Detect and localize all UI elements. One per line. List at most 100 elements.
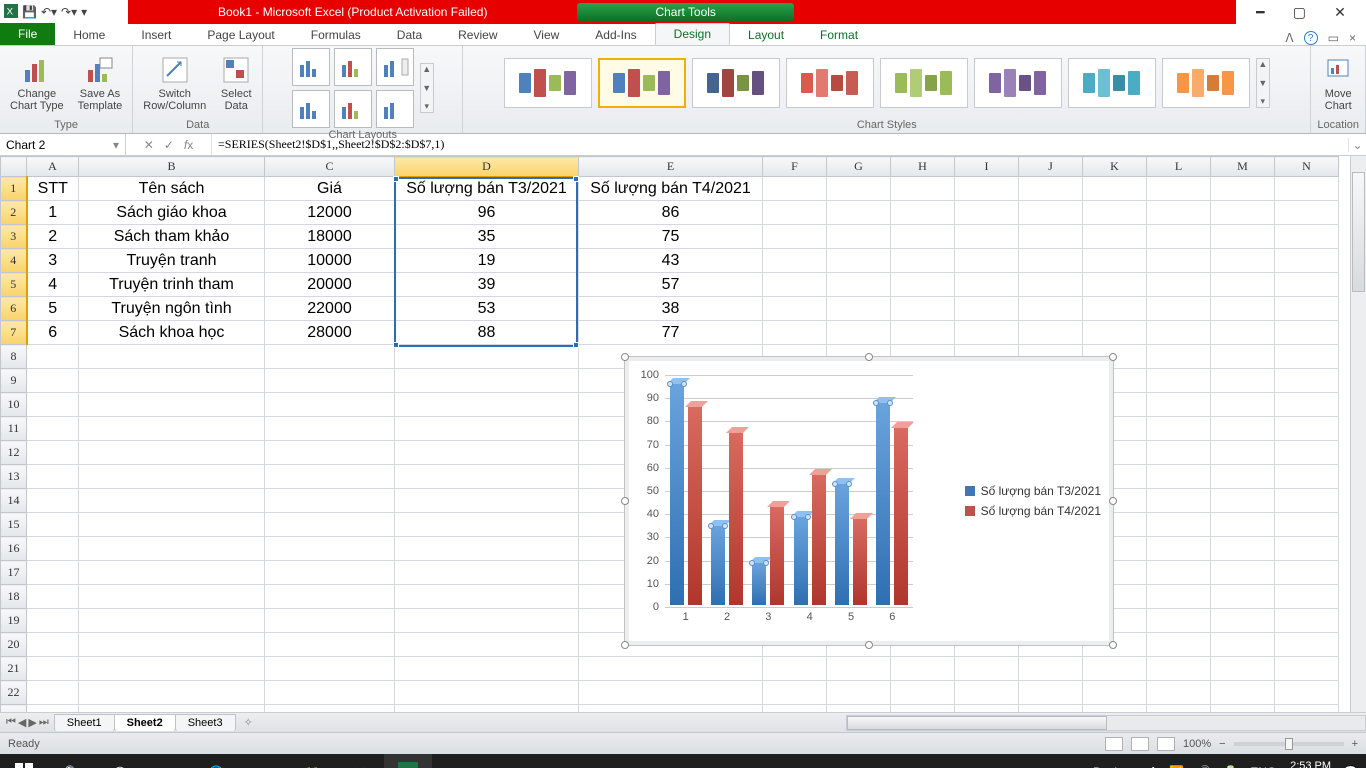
switch-row-column-button[interactable]: Switch Row/Column [139,52,210,114]
select-all-cell[interactable] [1,157,27,177]
chart-bar[interactable] [688,405,702,605]
col-header[interactable]: F [763,157,827,177]
window-restore-icon[interactable]: ▭ [1328,31,1339,45]
redo-icon[interactable]: ↷▾ [61,5,77,19]
tab-data[interactable]: Data [379,25,440,45]
view-page-layout-icon[interactable] [1131,737,1149,751]
row-header[interactable]: 12 [1,441,27,465]
cell[interactable]: 75 [579,225,763,249]
col-header[interactable]: I [955,157,1019,177]
row-header[interactable]: 16 [1,537,27,561]
tab-design[interactable]: Design [655,23,730,45]
styles-scroll[interactable]: ▲▼▾ [1256,58,1270,108]
cell[interactable]: Số lượng bán T4/2021 [579,177,763,201]
new-sheet-icon[interactable]: ✧ [236,716,261,729]
task-view-icon[interactable]: ⧉ [144,754,192,768]
row-header[interactable]: 6 [1,297,27,321]
cell[interactable]: 6 [27,321,79,345]
cell[interactable]: 2 [27,225,79,249]
row-header[interactable]: 4 [1,249,27,273]
cell[interactable]: STT [27,177,79,201]
cell[interactable]: 77 [579,321,763,345]
cell[interactable]: Sách khoa học [79,321,265,345]
zoom-out-icon[interactable]: − [1219,738,1225,750]
col-header[interactable]: M [1211,157,1275,177]
row-header[interactable]: 15 [1,513,27,537]
row-header[interactable]: 3 [1,225,27,249]
cell[interactable]: 86 [579,201,763,225]
cell[interactable]: 5 [27,297,79,321]
cell[interactable]: 96 [395,201,579,225]
tab-review[interactable]: Review [440,25,515,45]
view-normal-icon[interactable] [1105,737,1123,751]
cell[interactable]: Truyện ngôn tình [79,297,265,321]
window-close-icon[interactable]: × [1349,31,1356,45]
tab-layout[interactable]: Layout [730,25,802,45]
name-box[interactable]: Chart 2▾ [0,134,126,155]
chart-plot-area[interactable]: 0102030405060708090100 123456 [665,375,913,605]
qat-dropdown-icon[interactable]: ▾ [81,5,87,19]
cell[interactable]: 1 [27,201,79,225]
layout-thumb[interactable] [334,90,372,128]
style-thumb-selected[interactable] [598,58,686,108]
row-header[interactable]: 14 [1,489,27,513]
undo-icon[interactable]: ↶▾ [41,5,57,19]
chart-bar[interactable] [812,473,826,605]
col-header[interactable]: E [579,157,763,177]
col-header[interactable]: K [1083,157,1147,177]
help-icon[interactable]: ? [1304,31,1318,45]
tab-file[interactable]: File [0,23,55,45]
cell[interactable]: Số lượng bán T3/2021 [395,177,579,201]
cell[interactable]: 19 [395,249,579,273]
chart-bar[interactable] [853,517,867,605]
row-header[interactable]: 23 [1,705,27,713]
cell[interactable]: 18000 [265,225,395,249]
col-header[interactable]: L [1147,157,1211,177]
cell[interactable]: Truyện tranh [79,249,265,273]
style-thumb[interactable] [1068,58,1156,108]
sheet-tab-active[interactable]: Sheet2 [114,714,176,731]
row-header[interactable]: 5 [1,273,27,297]
chart-bar[interactable] [794,515,808,605]
change-chart-type-button[interactable]: Change Chart Type [6,52,68,114]
tray-clock[interactable]: 2:53 PM 5/5/2021 [1288,760,1331,768]
cell[interactable]: 53 [395,297,579,321]
edge-icon[interactable]: 🌐 [192,754,240,768]
row-header[interactable]: 13 [1,465,27,489]
view-page-break-icon[interactable] [1157,737,1175,751]
tab-insert[interactable]: Insert [123,25,189,45]
row-header[interactable]: 21 [1,657,27,681]
column-headers[interactable]: A B C D E F G H I J K L M N [1,157,1339,177]
cell[interactable]: 57 [579,273,763,297]
minimize-ribbon-icon[interactable]: ᐱ [1285,31,1293,45]
file-explorer-icon[interactable]: 📁 [288,754,336,768]
cell[interactable]: 38 [579,297,763,321]
fx-icon[interactable]: fx [184,138,193,152]
col-header[interactable]: J [1019,157,1083,177]
row-header[interactable]: 17 [1,561,27,585]
cell[interactable]: 10000 [265,249,395,273]
tab-view[interactable]: View [516,25,578,45]
sheet-tab[interactable]: Sheet1 [54,714,115,731]
layout-thumb[interactable] [292,90,330,128]
save-as-template-button[interactable]: Save As Template [74,52,127,114]
cell[interactable]: 43 [579,249,763,273]
excel-taskbar-icon[interactable]: X [384,754,432,768]
tab-formulas[interactable]: Formulas [293,25,379,45]
cell[interactable]: 39 [395,273,579,297]
tab-addins[interactable]: Add-Ins [577,25,654,45]
namebox-dropdown-icon[interactable]: ▾ [113,138,119,152]
chart-bar[interactable] [770,505,784,605]
tab-home[interactable]: Home [55,25,123,45]
cell[interactable]: Sách tham khảo [79,225,265,249]
zoom-slider[interactable] [1234,742,1344,746]
style-thumb[interactable] [786,58,874,108]
cell[interactable]: Tên sách [79,177,265,201]
cell[interactable]: 22000 [265,297,395,321]
vertical-scrollbar[interactable] [1350,156,1366,712]
search-icon[interactable]: 🔍 [48,754,96,768]
minimize-icon[interactable]: ━ [1256,4,1264,21]
teams-icon[interactable]: 👥 [336,754,384,768]
col-header[interactable]: H [891,157,955,177]
chart-bar[interactable] [729,431,743,605]
